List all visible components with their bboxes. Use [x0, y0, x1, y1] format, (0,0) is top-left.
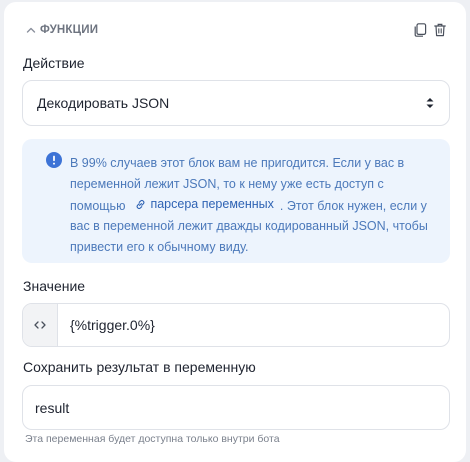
info-box: В 99% случаев этот блок вам не пригодитс… [22, 139, 450, 263]
header-actions [412, 22, 448, 38]
link-icon [136, 199, 145, 209]
copy-icon [414, 23, 426, 37]
value-label: Значение [23, 278, 86, 294]
value-field [22, 303, 450, 347]
select-arrows-icon [426, 98, 434, 108]
chevron-up-icon [26, 27, 36, 33]
section-header: ФУНКЦИИ [24, 20, 448, 40]
action-select-value: Декодировать JSON [37, 95, 170, 111]
variable-parser-link-label: парсера переменных [150, 197, 274, 211]
info-text: В 99% случаев этот блок вам не пригодитс… [70, 153, 434, 257]
section-collapse-toggle[interactable]: ФУНКЦИИ [24, 23, 98, 37]
value-input[interactable] [58, 304, 449, 346]
function-card: ФУНКЦИИ Действие Декодировать JSON В 99%… [4, 2, 466, 462]
delete-button[interactable] [432, 22, 448, 38]
result-field [22, 385, 450, 430]
action-label: Действие [23, 55, 85, 71]
code-icon [34, 321, 46, 329]
code-toggle-button[interactable] [23, 304, 58, 346]
info-icon [46, 152, 62, 168]
result-label: Сохранить результат в переменную [23, 359, 256, 375]
variable-parser-link[interactable]: парсера переменных [135, 194, 274, 215]
section-title: ФУНКЦИИ [40, 24, 99, 36]
result-hint: Эта переменная будет доступна только вну… [25, 433, 280, 445]
action-select[interactable]: Декодировать JSON [22, 80, 450, 126]
result-variable-input[interactable] [23, 386, 449, 429]
copy-button[interactable] [412, 22, 428, 38]
trash-icon [434, 23, 446, 37]
